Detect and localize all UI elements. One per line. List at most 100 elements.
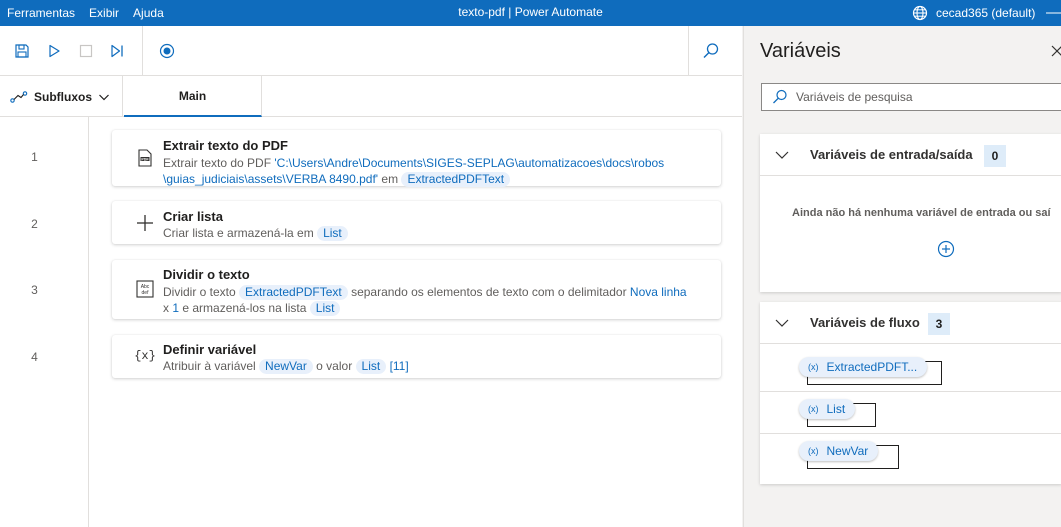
variable-pill: List <box>317 226 348 241</box>
flow-variable-row[interactable]: (x) List <box>760 392 1061 434</box>
tab-main[interactable]: Main <box>124 76 262 117</box>
minimize-button[interactable] <box>1040 0 1061 26</box>
variable-chip[interactable]: (x) NewVar <box>799 441 879 461</box>
stop-icon <box>79 44 93 58</box>
run-next-action-icon <box>111 44 123 58</box>
desc-text: e armazená-los na lista <box>179 301 310 315</box>
chevron-down-icon <box>775 319 789 327</box>
variables-pane: Variáveis Variáveis de entrada/saída 0 A… <box>743 26 1061 527</box>
search-actions-button[interactable] <box>698 38 724 64</box>
variable-pill: List <box>355 359 387 374</box>
search-icon <box>773 89 787 104</box>
variable-icon: {x} <box>134 349 156 363</box>
variable-type-icon: (x) <box>808 404 819 414</box>
action-create-list[interactable]: Criar lista Criar lista e armazená-la em… <box>112 201 721 244</box>
menu-ferramentas[interactable]: Ferramentas <box>0 6 82 20</box>
variable-chip[interactable]: (x) ExtractedPDFT... <box>799 357 928 377</box>
variable-name: ExtractedPDFT... <box>826 360 918 374</box>
chevron-down-icon <box>775 151 789 159</box>
action-description: Criar lista e armazená-la em List <box>163 225 713 241</box>
io-variables-header[interactable]: Variáveis de entrada/saída 0 <box>760 134 1061 176</box>
flow-variable-row[interactable]: (x) NewVar <box>760 434 1061 476</box>
flow-designer: Subfluxos Main 1 2 3 4 PDF Extrair texto… <box>0 26 742 527</box>
flow-variable-row[interactable]: (x) ExtractedPDFT... <box>760 350 1061 392</box>
desc-text: Atribuir à variável <box>163 359 260 373</box>
index-link: [11] <box>389 359 409 373</box>
variables-search-input[interactable] <box>796 90 1036 104</box>
action-description: Extrair texto do PDF 'C:\Users\Andre\Doc… <box>163 155 713 187</box>
variable-pill: ExtractedPDFText <box>239 285 348 300</box>
menu-bar: Ferramentas Exibir Ajuda <box>0 0 171 26</box>
stop-button[interactable] <box>73 38 99 64</box>
variable-type-icon: (x) <box>808 362 819 372</box>
io-variables-label: Variáveis de entrada/saída <box>810 147 973 162</box>
save-icon <box>15 44 29 58</box>
account-selector[interactable]: cecad365 (default) <box>912 0 1035 26</box>
action-split-text[interactable]: Abc def Dividir o texto Dividir o texto … <box>112 260 721 319</box>
menu-exibir[interactable]: Exibir <box>82 6 126 20</box>
line-number: 4 <box>31 350 38 364</box>
add-io-variable-button[interactable] <box>937 240 955 258</box>
flow-variables-label: Variáveis de fluxo <box>810 315 920 330</box>
close-icon <box>1051 45 1061 57</box>
desc-text: Criar lista e armazená-la em <box>163 226 318 240</box>
menu-ajuda[interactable]: Ajuda <box>126 6 171 20</box>
split-text-icon: Abc def <box>134 278 156 300</box>
close-pane-button[interactable] <box>1044 40 1061 66</box>
line-number: 2 <box>31 217 38 231</box>
variable-chip[interactable]: (x) List <box>799 399 856 419</box>
desc-text: separando os elementos de texto com o de… <box>347 285 630 299</box>
record-icon <box>159 43 175 59</box>
minimize-icon <box>1046 12 1061 14</box>
desc-text: x <box>163 301 173 315</box>
io-variables-count: 0 <box>984 145 1006 167</box>
title-bar: Ferramentas Exibir Ajuda texto-pdf | Pow… <box>0 0 1061 26</box>
flow-variables-header[interactable]: Variáveis de fluxo 3 <box>760 302 1061 344</box>
run-next-action-button[interactable] <box>104 38 130 64</box>
desc-text: Extrair texto do PDF <box>163 156 275 170</box>
variables-pane-title: Variáveis <box>760 40 841 62</box>
line-number: 3 <box>31 283 38 297</box>
io-variables-section: Variáveis de entrada/saída 0 Ainda não h… <box>760 134 1061 292</box>
toolbar-separator <box>688 26 689 76</box>
variable-pill: NewVar <box>259 359 313 374</box>
action-title: Extrair texto do PDF <box>163 138 288 153</box>
variable-name: NewVar <box>826 444 869 458</box>
record-button[interactable] <box>154 38 180 64</box>
action-title: Definir variável <box>163 342 257 357</box>
run-button[interactable] <box>41 38 67 64</box>
action-title: Dividir o texto <box>163 267 250 282</box>
variable-name: List <box>826 402 846 416</box>
save-button[interactable] <box>9 38 35 64</box>
toolbar <box>0 26 742 76</box>
subflows-dropdown[interactable]: Subfluxos <box>0 76 123 117</box>
add-circle-icon <box>937 240 955 258</box>
chevron-down-icon <box>99 94 109 100</box>
action-description: Atribuir à variável NewVar o valor List … <box>163 358 713 374</box>
plus-icon <box>134 212 156 234</box>
account-name: cecad365 (default) <box>936 6 1036 20</box>
pdf-icon: PDF <box>134 147 156 169</box>
desc-text: Dividir o texto <box>163 285 240 299</box>
io-empty-message: Ainda não há nenhuma variável de entrada… <box>792 207 1051 219</box>
action-title: Criar lista <box>163 209 223 224</box>
run-icon <box>49 44 60 58</box>
svg-text:def: def <box>142 290 150 296</box>
delimiter-link: Nova linha <box>629 285 687 299</box>
action-description: Dividir o texto ExtractedPDFText separan… <box>163 284 713 316</box>
action-set-variable[interactable]: {x} Definir variável Atribuir à variável… <box>112 335 721 378</box>
line-number: 1 <box>31 150 38 164</box>
subflows-label: Subfluxos <box>34 89 93 104</box>
desc-text: em <box>378 172 402 186</box>
search-icon <box>703 43 719 58</box>
tab-main-label: Main <box>178 88 207 103</box>
globe-icon <box>912 5 928 21</box>
variable-pill: List <box>309 301 341 316</box>
action-extract-pdf-text[interactable]: PDF Extrair texto do PDF Extrair texto d… <box>112 130 721 187</box>
flow-variables-count: 3 <box>928 313 950 335</box>
variable-pill: ExtractedPDFText <box>401 172 511 187</box>
toolbar-separator <box>142 26 143 76</box>
line-number-gutter: 1 2 3 4 <box>0 117 89 527</box>
subflow-tabs: Subfluxos Main <box>0 76 742 117</box>
svg-text:PDF: PDF <box>141 157 149 161</box>
